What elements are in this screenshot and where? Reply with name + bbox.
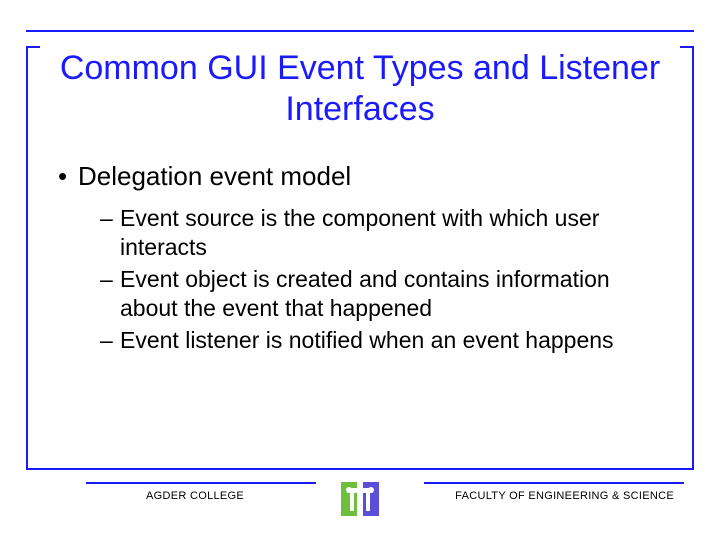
bullet-level-2: Event listener is notified when an event…	[100, 326, 670, 355]
bullet-level-2: Event source is the component with which…	[100, 204, 670, 263]
slide-body: Delegation event model Event source is t…	[58, 160, 670, 357]
footer-left-text: AGDER COLLEGE	[146, 490, 244, 502]
top-rule	[26, 30, 694, 32]
slide-title: Common GUI Event Types and Listener Inte…	[40, 44, 680, 134]
bullet-level-1: Delegation event model	[58, 160, 670, 194]
slide: Common GUI Event Types and Listener Inte…	[0, 0, 720, 540]
bullet-level-2-group: Event source is the component with which…	[58, 204, 670, 355]
footer-rule-right	[424, 482, 684, 484]
footer-right-text: FACULTY OF ENGINEERING & SCIENCE	[455, 490, 674, 502]
logo-icon	[337, 476, 383, 522]
bullet-level-2: Event object is created and contains inf…	[100, 265, 670, 324]
footer-rule-left	[86, 482, 316, 484]
